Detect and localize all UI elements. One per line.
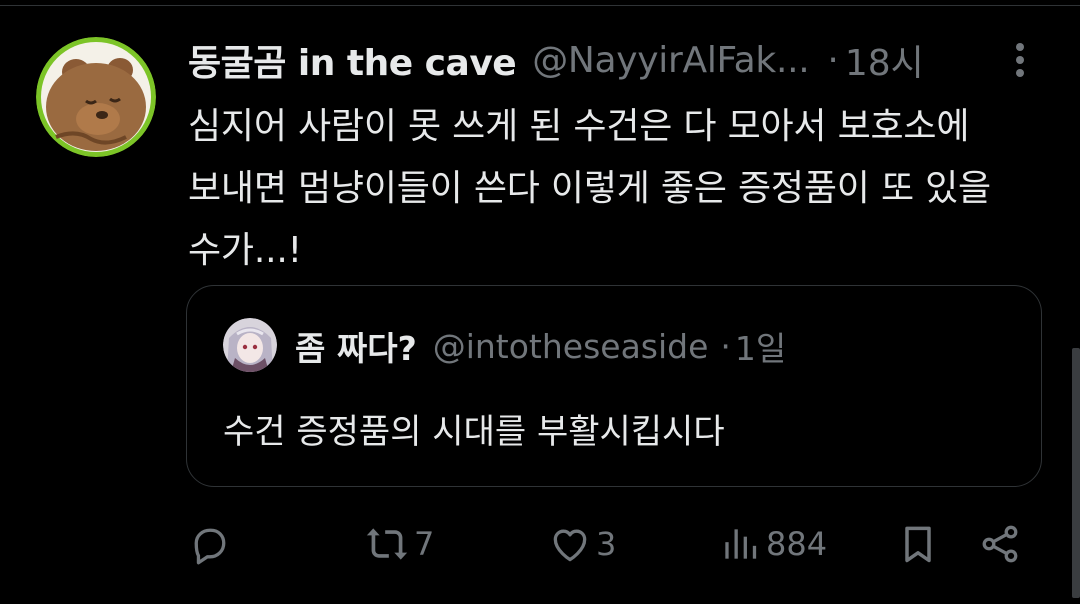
scrollbar[interactable]: [1072, 348, 1080, 598]
like-count: 3: [596, 525, 617, 563]
separator-dot: ·: [720, 326, 731, 366]
share-button[interactable]: [978, 514, 1022, 574]
more-dot-icon: [1016, 43, 1024, 51]
tweet-text-line: 수가...!: [188, 230, 302, 271]
separator-dot: ·: [827, 39, 839, 81]
reply-button[interactable]: [188, 514, 232, 574]
tweet-text-line: 보내면 멈냥이들이 쓴다 이렇게 좋은 증정품이 또 있을: [188, 168, 991, 209]
quoted-tweet-header: 좀 짜다? @intotheseaside · 1일: [295, 324, 787, 369]
bookmark-button[interactable]: [896, 514, 940, 574]
retweet-count: 7: [414, 525, 435, 563]
top-divider: [0, 5, 1080, 6]
quoted-tweet-timestamp: 1일: [734, 329, 787, 368]
views-chart-icon: [725, 529, 757, 559]
like-button[interactable]: 3: [548, 514, 616, 574]
author-avatar[interactable]: [36, 37, 156, 157]
author-handle[interactable]: @NayyirAlFak...: [532, 40, 809, 81]
tweet-timestamp[interactable]: 18시: [845, 34, 924, 86]
quoted-author-avatar: [223, 318, 277, 372]
quoted-tweet-text: 수건 증정품의 시대를 부활시킵시다: [223, 412, 725, 452]
bookmark-icon: [905, 526, 931, 563]
retweet-icon: [366, 528, 408, 560]
quoted-author-handle: @intotheseaside: [432, 326, 709, 366]
anime-avatar-image: [223, 318, 277, 372]
views-button[interactable]: 884: [718, 514, 827, 574]
tweet-header: 동굴곰 in the cave @NayyirAlFak... · 18시: [188, 34, 924, 86]
tweet-text: 심지어 사람이 못 쓰게 된 수건은 다 모아서 보호소에 보내면 멈냥이들이 …: [188, 96, 1028, 282]
quoted-tweet-card[interactable]: 좀 짜다? @intotheseaside · 1일 수건 증정품의 시대를 부…: [186, 285, 1042, 487]
more-dot-icon: [1016, 69, 1024, 77]
reply-icon: [194, 528, 226, 565]
heart-icon: [553, 529, 587, 562]
share-icon: [982, 525, 1018, 563]
tweet-text-line: 심지어 사람이 못 쓰게 된 수건은 다 모아서 보호소에: [188, 106, 970, 147]
author-display-name[interactable]: 동굴곰 in the cave: [188, 34, 517, 86]
more-dot-icon: [1016, 56, 1024, 64]
more-options-button[interactable]: [1004, 40, 1036, 80]
quoted-author-display-name: 좀 짜다?: [295, 329, 417, 368]
tweet-action-bar: 7 3 884: [0, 514, 1080, 574]
retweet-button[interactable]: 7: [364, 514, 434, 574]
bear-avatar-image: [36, 37, 156, 157]
views-count: 884: [766, 525, 828, 563]
